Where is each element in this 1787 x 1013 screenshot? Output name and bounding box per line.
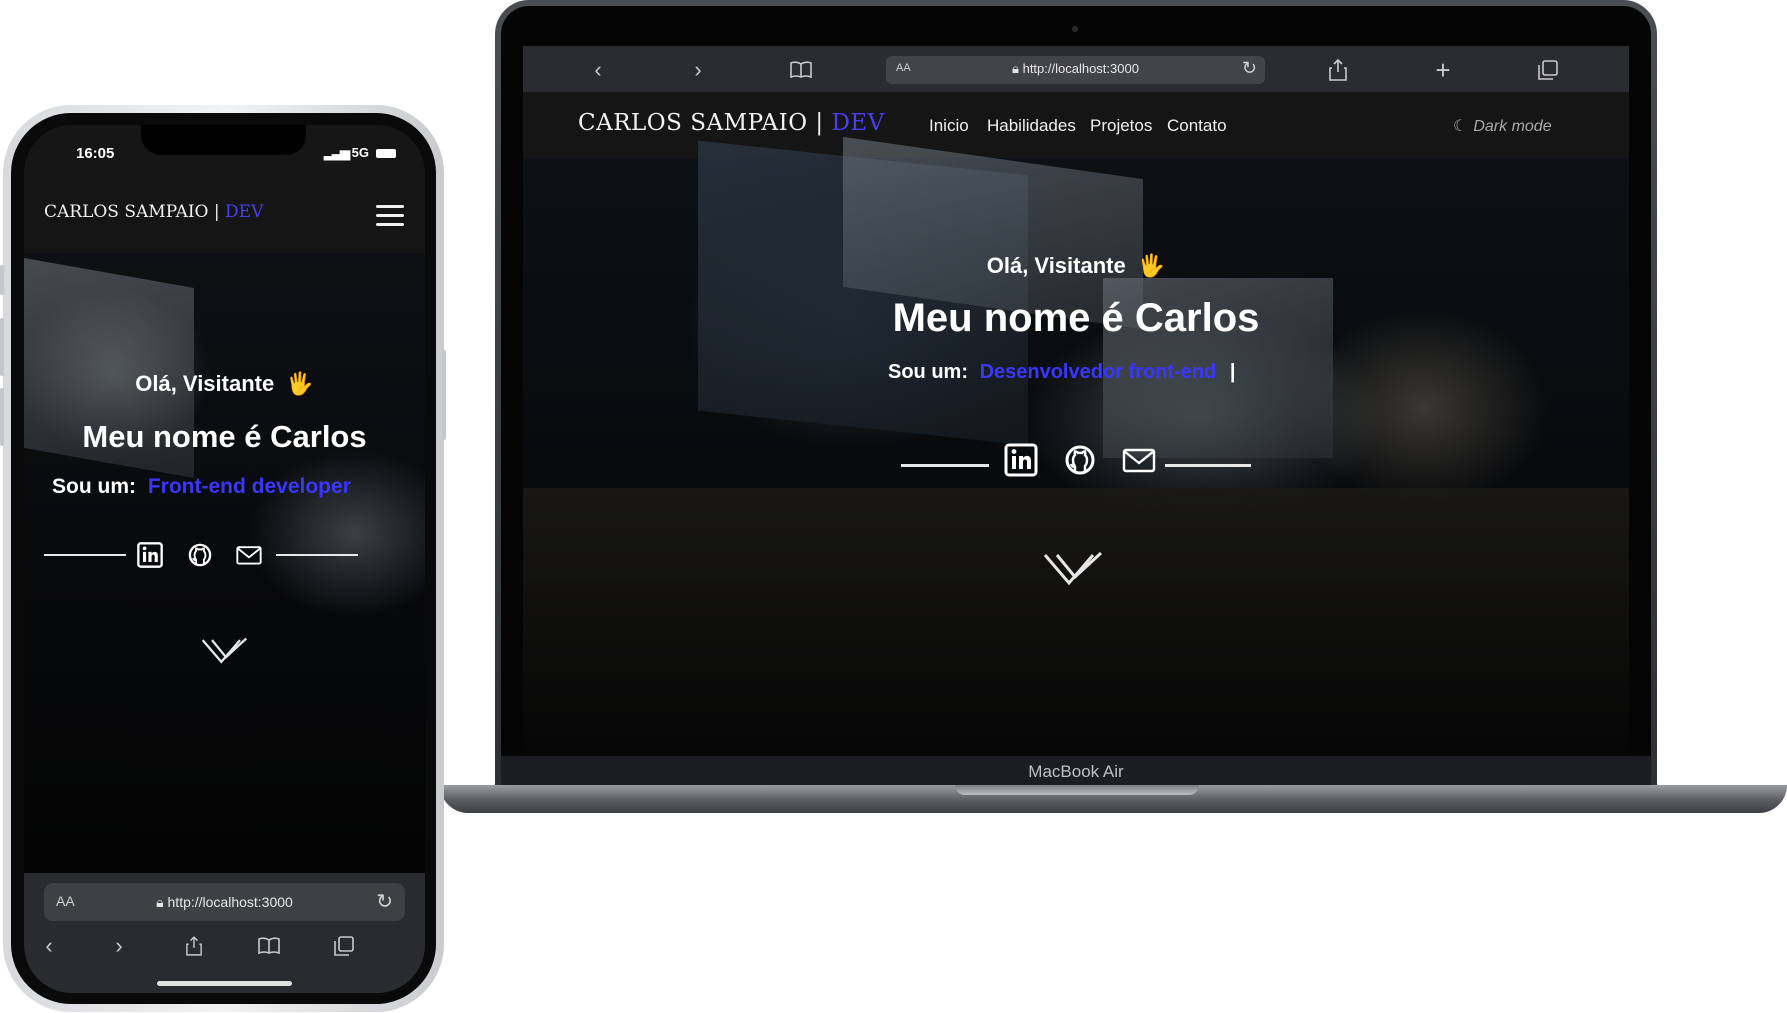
forward-icon[interactable]: › [683,55,713,85]
site-navbar: CARLOS SAMPAIO | DEV [24,177,425,253]
status-time: 16:05 [76,145,115,162]
nav-link-inicio[interactable]: Inicio [929,116,969,136]
greeting-text: Olá, Visitante [135,371,275,396]
phone-notch [141,125,306,155]
role-typed-text: Front-end developer [147,475,351,498]
lock-icon: 🔒︎ [156,894,164,910]
hamburger-menu-icon[interactable] [376,205,404,227]
greeting: Olá, Visitante 🖐 [24,371,425,397]
email-icon[interactable] [1121,442,1157,478]
hero-role: Sou um: Front-end developer [52,475,351,499]
back-icon[interactable]: ‹ [34,931,64,961]
phone-screen: 16:05 ▂▃▅ 5G CARLOS SAMPAIO | DEV Olá, V… [24,125,425,993]
lock-icon: 🔒︎ [1012,61,1019,76]
camera-icon [1072,26,1078,32]
brand-accent: DEV [831,110,885,136]
hero-section: Olá, Visitante 🖐 Meu nome é Carlos Sou u… [523,136,1629,756]
status-indicators: ▂▃▅ 5G [324,145,396,161]
divider-line [44,554,126,556]
bookmarks-icon[interactable] [786,55,816,85]
site-logo[interactable]: CARLOS SAMPAIO | DEV [44,202,263,222]
greeting: Olá, Visitante 🖐 [523,253,1629,279]
linkedin-icon[interactable] [1003,442,1039,478]
browser-bottom-bar: AA 🔒︎ http://localhost:3000 ↻ ‹ › [24,873,425,993]
back-icon[interactable]: ‹ [583,55,613,85]
url-text: http://localhost:3000 [1022,61,1139,76]
role-typed-text: Desenvolvedor front-end [979,361,1217,383]
share-icon[interactable] [179,931,209,961]
bookmarks-icon[interactable] [254,931,284,961]
new-tab-icon[interactable]: + [1428,55,1458,85]
moon-icon: ☾ [1453,118,1468,135]
hero-title: Meu nome é Carlos [892,296,1260,340]
reload-icon[interactable]: ↻ [376,889,393,914]
nav-link-projetos[interactable]: Projetos [1090,116,1152,136]
role-prefix: Sou um: [888,361,968,383]
phone-side-button [0,265,4,295]
site-logo[interactable]: CARLOS SAMPAIO | DEV [578,110,885,136]
home-indicator [157,981,292,986]
share-icon[interactable] [1323,55,1353,85]
role-prefix: Sou um: [52,475,136,498]
phone-side-button [0,318,4,376]
wave-hand-icon: 🖐 [1137,253,1166,278]
dark-mode-toggle[interactable]: ☾ Dark mode [1453,116,1552,136]
tabs-icon[interactable] [1533,55,1563,85]
browser-toolbar: ‹ › AA 🔒︎ http://localhost:3000 ↻ + [523,46,1629,92]
brand-accent: DEV [225,202,264,222]
brand-name: CARLOS SAMPAIO | [44,202,220,222]
laptop-opening-notch [955,785,1199,795]
scroll-down-chevron-icon[interactable] [1043,551,1107,587]
github-icon[interactable] [1062,442,1098,478]
brand-name: CARLOS SAMPAIO | [578,110,824,136]
email-icon[interactable] [235,541,263,569]
background-desk [523,488,1629,756]
nav-link-contato[interactable]: Contato [1167,116,1227,136]
address-bar[interactable]: AA 🔒︎ http://localhost:3000 ↻ [44,883,405,921]
device-label: MacBook Air [1028,762,1124,781]
scroll-down-chevron-icon[interactable] [201,637,251,665]
divider-line [276,554,358,556]
laptop-screen: ‹ › AA 🔒︎ http://localhost:3000 ↻ + CARL… [523,46,1629,756]
laptop-chin: MacBook Air [501,756,1651,788]
github-icon[interactable] [186,541,214,569]
site-navbar: CARLOS SAMPAIO | DEV Inicio Habilidades … [523,92,1629,158]
hero-role: Sou um: Desenvolvedor front-end | [888,361,1235,384]
typing-caret: | [1229,361,1236,383]
divider-line [1165,464,1251,467]
linkedin-icon[interactable] [136,541,164,569]
tabs-icon[interactable] [329,931,359,961]
wave-hand-icon: 🖐 [286,371,314,396]
dark-mode-label: Dark mode [1473,118,1552,135]
hero-title: Meu nome é Carlos [82,419,367,454]
phone-side-button [0,388,4,446]
phone-side-button [442,350,446,440]
divider-line [901,464,989,467]
greeting-text: Olá, Visitante [986,253,1126,278]
hero-section: Olá, Visitante 🖐 Meu nome é Carlos Sou u… [24,253,425,873]
address-bar[interactable]: AA 🔒︎ http://localhost:3000 ↻ [886,56,1265,84]
reload-icon[interactable]: ↻ [1242,58,1257,79]
battery-icon [375,149,396,159]
url-text: http://localhost:3000 [167,894,293,910]
signal-icon: ▂▃▅ [324,145,350,160]
network-type: 5G [351,145,369,160]
forward-icon[interactable]: › [104,931,134,961]
nav-link-habilidades[interactable]: Habilidades [987,116,1076,136]
